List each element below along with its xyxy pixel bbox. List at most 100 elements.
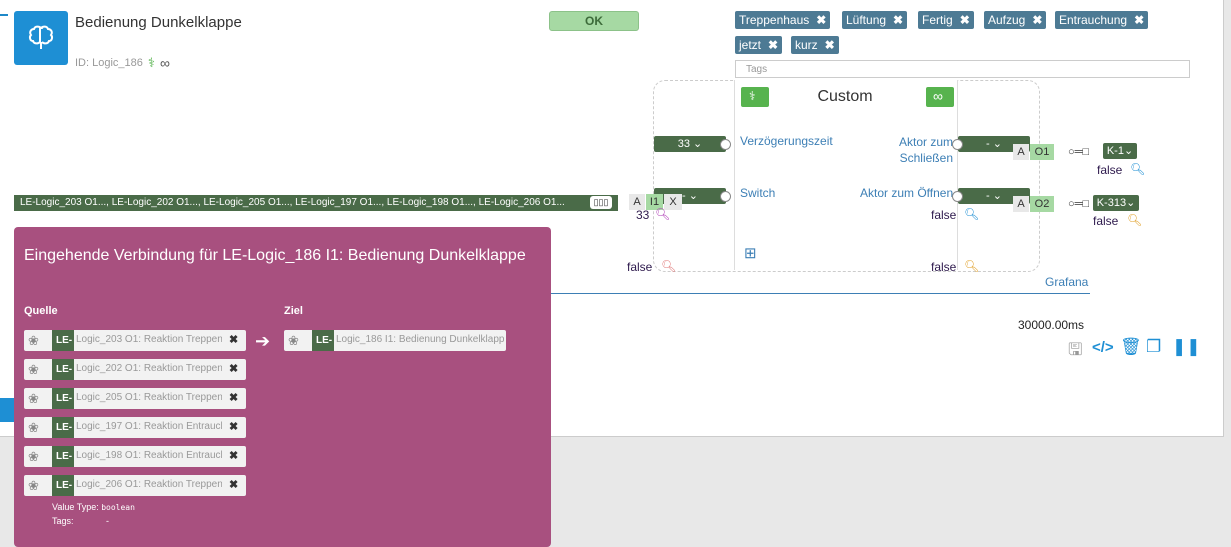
copy-icon[interactable]: ❐: [1146, 337, 1161, 357]
grafana-link[interactable]: Grafana: [1045, 275, 1088, 289]
output-port-o2[interactable]: O2: [1030, 196, 1054, 212]
search-icon[interactable]: 🔍︎: [661, 259, 676, 273]
left-indicator: [0, 14, 8, 16]
close-icon[interactable]: ✖: [768, 38, 778, 52]
logic-id: ID: Logic_186: [75, 57, 143, 69]
tag-chip[interactable]: jetzt ✖: [735, 36, 783, 54]
close-icon[interactable]: ✖: [1134, 13, 1144, 27]
save-icon[interactable]: 🖫︎: [1068, 337, 1082, 366]
close-icon[interactable]: ✖: [229, 478, 238, 491]
search-icon[interactable]: 🔍︎: [964, 207, 979, 221]
logic-chip: LE-: [52, 417, 74, 438]
input-port-dot[interactable]: [720, 139, 731, 150]
search-icon[interactable]: 🔍︎: [964, 259, 979, 273]
source-text: Logic_203 O1: Reaktion Treppenhaus: [76, 334, 222, 345]
tags-label: Tags:: [52, 516, 74, 526]
logic-chip: LE-: [52, 359, 74, 380]
output-port-a[interactable]: A: [1013, 144, 1029, 160]
close-icon[interactable]: ✖: [229, 362, 238, 375]
connector-icon: ○═□: [1068, 146, 1090, 158]
input-label-delay: Verzögerungszeit: [740, 134, 833, 148]
target-k313[interactable]: K-313⌄: [1093, 195, 1139, 211]
bottom-left-state: false: [627, 260, 653, 274]
popup-title: Eingehende Verbindung für LE-Logic_186 I…: [24, 247, 526, 264]
close-icon[interactable]: ✖: [229, 391, 238, 404]
brain-icon: ❀: [28, 333, 39, 348]
close-icon[interactable]: ✖: [960, 13, 970, 27]
brain-icon: ❀: [28, 449, 39, 464]
tag-chip[interactable]: Fertig ✖: [918, 11, 974, 29]
tags-value: -: [106, 516, 110, 526]
input-delay-value[interactable]: 33 ⌄: [654, 136, 731, 152]
arrow-right-icon: ➔: [255, 331, 271, 351]
tag-label: kurz: [795, 38, 818, 52]
source-row: ❀ LE-Logic_198 O1: Reaktion Entrauchung ✖: [24, 446, 246, 467]
connector-icon: ○═□: [1068, 198, 1090, 210]
trash-icon[interactable]: 🗑︎: [1120, 337, 1142, 357]
output-port-dot[interactable]: [952, 139, 963, 150]
close-icon[interactable]: ✖: [229, 449, 238, 462]
add-button-edge[interactable]: [0, 398, 14, 422]
output-close-value-text: -: [986, 138, 990, 150]
value-type: boolean: [101, 503, 135, 512]
tag-chip[interactable]: Treppenhaus ✖: [735, 11, 831, 29]
brain-icon: ❀: [28, 391, 39, 406]
search-icon[interactable]: 🔍︎: [1127, 213, 1142, 227]
output-label-close: Aktor zum Schließen: [898, 135, 953, 165]
brain-icon[interactable]: [14, 11, 68, 65]
source-text: Logic_206 O1: Reaktion Treppenhaus: [76, 479, 222, 490]
code-icon[interactable]: </>: [1092, 339, 1114, 356]
tag-chip[interactable]: Lüftung ✖: [842, 11, 908, 29]
source-text: Logic_202 O1: Reaktion Treppenhaus: [76, 363, 222, 374]
stethoscope-icon[interactable]: ⚕: [148, 55, 155, 71]
target-k1[interactable]: K-1⌄: [1103, 143, 1137, 159]
custom-node-title: Custom: [817, 88, 873, 105]
close-icon[interactable]: ✖: [816, 13, 826, 27]
source-row: ❀ LE-Logic_205 O1: Reaktion Treppenhaus ✖: [24, 388, 246, 409]
tags-input[interactable]: Tags: [735, 60, 1190, 78]
output-open-value-text: -: [986, 190, 990, 202]
pause-icon[interactable]: ❚❚: [1172, 337, 1201, 357]
brain-icon: ❀: [28, 478, 39, 493]
search-icon[interactable]: 🔍︎: [1130, 162, 1145, 176]
close-icon[interactable]: ✖: [1032, 13, 1042, 27]
duration-readout: 30000.00ms: [1018, 318, 1085, 332]
incoming-connection-popup: Eingehende Verbindung für LE-Logic_186 I…: [14, 227, 551, 547]
tag-label: Fertig: [922, 13, 953, 27]
tag-chip[interactable]: Aufzug ✖: [984, 11, 1047, 29]
plus-box-icon[interactable]: ⊞: [744, 244, 757, 262]
output-close-state: false: [1097, 163, 1123, 177]
incoming-connections-bus[interactable]: LE-Logic_203 O1..., LE-Logic_202 O1..., …: [14, 195, 618, 211]
tag-chip[interactable]: Entrauchung ✖: [1055, 11, 1149, 29]
logic-chip: LE-: [52, 446, 74, 467]
search-icon[interactable]: 🔍︎: [655, 207, 670, 221]
output-port-dot[interactable]: [952, 191, 963, 202]
output-open-state: false: [1093, 214, 1119, 228]
stethoscope-icon[interactable]: ⚕: [741, 87, 769, 107]
output-port-o1[interactable]: O1: [1030, 144, 1054, 160]
close-icon[interactable]: ✖: [893, 13, 903, 27]
target-row: ❀ LE- Logic_186 I1: Bedienung Dunkelklap…: [284, 330, 506, 351]
output-port-a[interactable]: A: [1013, 196, 1029, 212]
tag-label: Lüftung: [846, 13, 887, 27]
source-text: Logic_197 O1: Reaktion Entrauchung: [76, 421, 222, 432]
tag-chip[interactable]: kurz ✖: [791, 36, 839, 54]
brain-icon: ❀: [288, 333, 299, 348]
logic-chip: LE-: [312, 330, 334, 351]
source-row: ❀ LE-Logic_206 O1: Reaktion Treppenhaus ✖: [24, 475, 246, 496]
infinity-icon[interactable]: ∞: [926, 87, 954, 107]
close-icon[interactable]: ✖: [229, 420, 238, 433]
target-k313-label: K-313: [1096, 197, 1127, 209]
ok-button[interactable]: OK: [549, 11, 639, 31]
logic-chip: LE-: [52, 388, 74, 409]
close-icon[interactable]: ✖: [825, 38, 835, 52]
target-k1-label: K-1: [1106, 145, 1124, 157]
input-delay-value-text: 33: [677, 138, 690, 150]
source-row: ❀ LE-Logic_202 O1: Reaktion Treppenhaus ✖: [24, 359, 246, 380]
close-icon[interactable]: ✖: [229, 333, 238, 346]
target-heading: Ziel: [284, 305, 303, 317]
input-port-dot[interactable]: [720, 191, 731, 202]
source-row: ❀ LE-Logic_197 O1: Reaktion Entrauchung ✖: [24, 417, 246, 438]
source-row: ❀ LE-Logic_203 O1: Reaktion Treppenhaus ✖: [24, 330, 246, 351]
infinity-icon[interactable]: ∞: [160, 55, 170, 71]
